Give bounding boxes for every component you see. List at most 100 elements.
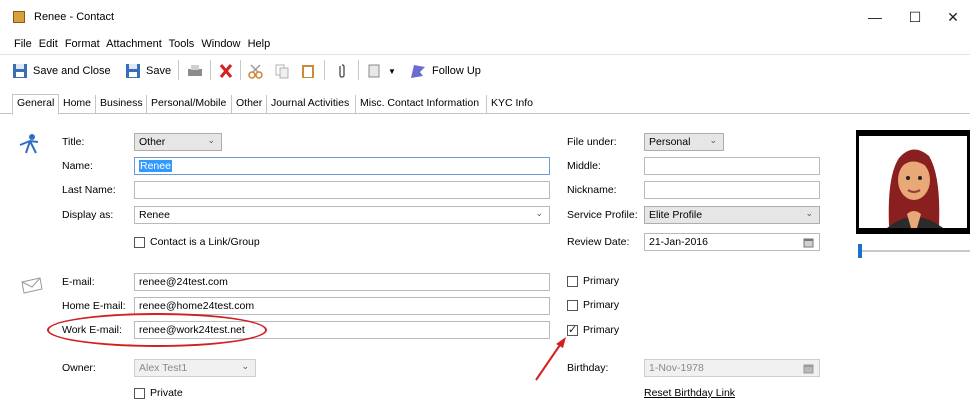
title-select[interactable]: Other ⌄: [134, 133, 222, 151]
photo-zoom-slider-thumb[interactable]: [858, 244, 862, 258]
print-icon: [188, 65, 202, 76]
email-primary-checkbox[interactable]: Primary: [567, 275, 619, 287]
toolbar-separator: [324, 60, 325, 80]
tab-business[interactable]: Business: [95, 95, 147, 113]
tab-journal-activities[interactable]: Journal Activities: [266, 95, 353, 113]
chevron-down-icon: ▼: [388, 66, 396, 76]
avatar-illustration: [887, 149, 943, 228]
checkbox-box: [567, 275, 578, 287]
birthday-input: 1-Nov-1978: [644, 359, 820, 377]
paperclip-icon: [339, 64, 345, 78]
contact-link-label: Contact is a Link/Group: [150, 236, 260, 248]
tab-home[interactable]: Home: [58, 95, 95, 113]
review-date-input[interactable]: 21-Jan-2016: [644, 233, 820, 251]
primary-label: Primary: [583, 324, 620, 336]
print-button[interactable]: [186, 62, 204, 80]
contact-app-icon: [13, 11, 25, 23]
birthday-label: Birthday:: [567, 362, 609, 374]
work-email-primary-checkbox[interactable]: Primary: [567, 323, 620, 336]
calendar-icon: [803, 364, 814, 374]
save-icon: [13, 64, 27, 78]
chevron-down-icon: ⌄: [535, 208, 543, 218]
delete-button[interactable]: [218, 62, 234, 80]
menu-format[interactable]: Format: [65, 38, 100, 50]
name-label: Name:: [62, 160, 93, 172]
follow-up-label: Follow Up: [432, 65, 481, 77]
contact-link-checkbox[interactable]: Contact is a Link/Group: [134, 236, 260, 248]
save-and-close-label: Save and Close: [33, 65, 111, 77]
reset-birthday-link[interactable]: Reset Birthday Link: [644, 387, 735, 399]
window-title: Renee - Contact: [34, 11, 115, 23]
menu-tools[interactable]: Tools: [169, 38, 195, 50]
follow-up-button[interactable]: Follow Up: [408, 62, 481, 80]
chevron-down-icon: ⌄: [709, 135, 717, 145]
tab-kyc-info[interactable]: KYC Info: [486, 95, 537, 113]
minimize-button[interactable]: —: [860, 6, 890, 28]
person-icon: [19, 134, 39, 154]
birthday-value: 1-Nov-1978: [649, 362, 704, 374]
save-button[interactable]: Save: [125, 62, 171, 80]
calendar-icon[interactable]: [803, 237, 814, 248]
attach-options-button[interactable]: ▼: [366, 62, 396, 80]
name-input[interactable]: Renee: [134, 157, 550, 175]
save-and-close-button[interactable]: Save and Close: [12, 62, 111, 80]
home-email-input[interactable]: renee@home24test.com: [134, 297, 550, 315]
paste-button[interactable]: [300, 62, 316, 80]
close-button[interactable]: ✕: [938, 6, 968, 28]
maximize-button[interactable]: ☐: [900, 6, 930, 28]
service-profile-select[interactable]: Elite Profile ⌄: [644, 206, 820, 224]
service-profile-value: Elite Profile: [649, 209, 703, 221]
title-label: Title:: [62, 136, 85, 148]
menu-edit[interactable]: Edit: [39, 38, 58, 50]
tab-personal-mobile[interactable]: Personal/Mobile: [146, 95, 230, 113]
review-date-label: Review Date:: [567, 236, 630, 248]
display-as-value: Renee: [139, 209, 170, 221]
title-bar: [0, 0, 970, 30]
file-under-value: Personal: [649, 136, 691, 148]
title-value: Other: [139, 136, 166, 148]
file-under-select[interactable]: Personal ⌄: [644, 133, 724, 151]
save-icon: [126, 64, 140, 78]
email-label: E-mail:: [62, 276, 95, 288]
menu-window[interactable]: Window: [201, 38, 240, 50]
envelope-icon: [21, 277, 43, 294]
home-email-primary-checkbox[interactable]: Primary: [567, 299, 619, 311]
file-under-label: File under:: [567, 136, 617, 148]
last-name-input[interactable]: [134, 181, 550, 199]
owner-label: Owner:: [62, 362, 96, 374]
menu-attachment[interactable]: Attachment: [106, 38, 162, 50]
private-label: Private: [150, 387, 183, 399]
primary-label: Primary: [583, 275, 620, 287]
tab-general[interactable]: General: [12, 94, 60, 115]
photo-zoom-slider-track[interactable]: [858, 250, 970, 252]
cut-button[interactable]: [248, 62, 264, 80]
owner-select: Alex Test1 ⌄: [134, 359, 256, 377]
menu-help[interactable]: Help: [248, 38, 271, 50]
attach-button[interactable]: [334, 62, 350, 80]
name-value: Renee: [139, 160, 172, 172]
checkbox-box: [567, 299, 578, 311]
menu-bar: File Edit Format Attachment Tools Window…: [14, 38, 274, 52]
scissors-icon: [248, 64, 263, 79]
menu-file[interactable]: File: [14, 38, 32, 50]
middle-input[interactable]: [644, 157, 820, 175]
review-date-value: 21-Jan-2016: [649, 236, 708, 248]
last-name-label: Last Name:: [62, 184, 116, 196]
display-as-select[interactable]: Renee ⌄: [134, 206, 550, 224]
copy-button[interactable]: [274, 62, 290, 80]
primary-label: Primary: [583, 299, 620, 311]
checkbox-box: [134, 236, 145, 248]
copy-icon: [275, 64, 289, 79]
toolbar-separator: [178, 60, 179, 80]
owner-value: Alex Test1: [139, 362, 188, 374]
toolbar-separator: [240, 60, 241, 80]
tab-misc-contact-information[interactable]: Misc. Contact Information: [355, 95, 483, 113]
document-icon: [368, 64, 380, 78]
private-checkbox[interactable]: Private: [134, 387, 183, 399]
chevron-down-icon: ⌄: [207, 135, 215, 145]
middle-label: Middle:: [567, 160, 601, 172]
contact-photo: [859, 136, 967, 228]
tab-other[interactable]: Other: [231, 95, 266, 113]
nickname-input[interactable]: [644, 181, 820, 199]
email-input[interactable]: renee@24test.com: [134, 273, 550, 291]
